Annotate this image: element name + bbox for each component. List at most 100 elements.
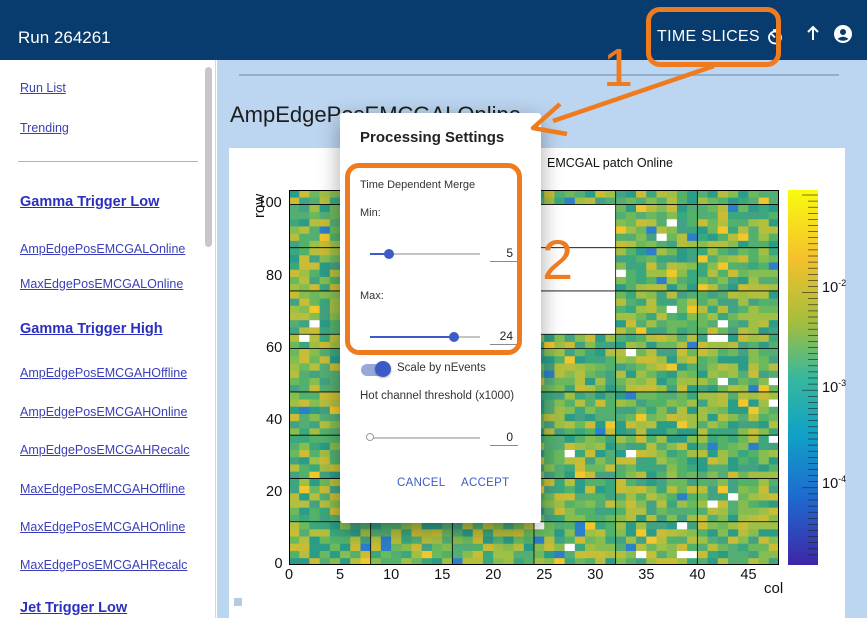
heatmap-cell [442, 557, 453, 565]
heatmap-cell [289, 298, 300, 306]
heatmap-cell [676, 442, 688, 451]
sidebar-group-jet-low[interactable]: Jet Trigger Low [20, 600, 127, 616]
heatmap-cell [656, 478, 668, 487]
accept-button[interactable]: ACCEPT [461, 477, 509, 489]
heatmap-cell [697, 550, 708, 559]
heatmap-cell [289, 377, 300, 386]
heatmap-cell [676, 355, 688, 364]
heatmap-cell [299, 399, 310, 407]
heatmap-cell [676, 406, 688, 414]
heatmap-cell [697, 464, 708, 472]
heatmap-cell [309, 435, 321, 443]
heatmap-cell [727, 240, 739, 249]
heatmap-cell [727, 406, 739, 414]
heatmap-cell [676, 298, 688, 306]
heatmap-cell [299, 420, 310, 429]
threshold-slider-thumb[interactable] [366, 433, 374, 441]
heatmap-cell [707, 384, 719, 393]
sidebar-item-maxedgeposemcgahoffline[interactable]: MaxEdgePosEMCGAHOffline [20, 482, 185, 496]
heatmap-cell [697, 276, 708, 285]
heatmap-cell [748, 283, 759, 292]
heatmap-cell [564, 190, 576, 198]
heatmap-cell [748, 226, 759, 234]
heatmap-cell [676, 197, 688, 205]
heatmap-cell [340, 536, 351, 544]
heatmap-cell [748, 211, 759, 220]
scale-by-nevents-switch-thumb[interactable] [375, 361, 391, 377]
arrow-up-icon[interactable] [805, 24, 821, 44]
heatmap-cell [687, 283, 698, 292]
heatmap-cell [697, 211, 708, 220]
heatmap-cell [768, 327, 779, 335]
heatmap-cell [564, 406, 576, 414]
sidebar-scrollbar[interactable] [205, 67, 212, 247]
heatmap-cell [309, 550, 321, 559]
heatmap-cell [625, 492, 637, 501]
heatmap-cell [625, 456, 637, 465]
heatmap-cell [299, 557, 310, 565]
heatmap-cell [564, 363, 576, 371]
heatmap-cell [727, 269, 739, 277]
account-circle-icon[interactable] [834, 25, 852, 43]
heatmap-cell [676, 370, 688, 378]
heatmap-cell [697, 399, 708, 407]
heatmap-cell [738, 550, 749, 559]
heatmap-cell [697, 420, 708, 429]
sidebar-item-ampedgeposemcgahrecalc[interactable]: AmpEdgePosEMCGAHRecalc [20, 443, 190, 457]
heatmap-cell [299, 500, 310, 508]
heatmap-cell [666, 233, 678, 241]
heatmap-cell [574, 456, 586, 465]
heatmap-cell [666, 348, 678, 357]
heatmap-cell [676, 240, 688, 249]
threshold-slider-track[interactable] [370, 437, 480, 439]
heatmap-cell [309, 528, 321, 537]
heatmap-cell [707, 363, 719, 371]
heatmap-cell [636, 464, 647, 472]
heatmap-cell [768, 355, 779, 364]
plot-resize-handle[interactable] [234, 598, 242, 606]
heatmap-cell [299, 528, 310, 537]
heatmap-cell [503, 557, 514, 565]
heatmap-cell [656, 190, 668, 198]
sidebar-link-trending[interactable]: Trending [20, 121, 69, 135]
sidebar-item-maxedgeposemcgalonline[interactable]: MaxEdgePosEMCGALOnline [20, 277, 183, 291]
annotation-step-2: 2 [542, 228, 574, 291]
sidebar-group-gamma-low[interactable]: Gamma Trigger Low [20, 194, 159, 210]
heatmap-cell [758, 420, 770, 429]
heatmap-cell [625, 557, 637, 565]
sidebar-group-gamma-high[interactable]: Gamma Trigger High [20, 321, 163, 337]
heatmap-cell [391, 550, 402, 559]
heatmap-cell [666, 226, 678, 234]
heatmap-cell [666, 240, 678, 249]
heatmap-cell [697, 471, 708, 479]
heatmap-cell [493, 550, 504, 559]
heatmap-cell [697, 435, 708, 443]
sidebar-item-ampedgeposemcgahoffline[interactable]: AmpEdgePosEMCGAHOffline [20, 366, 187, 380]
heatmap-cell [646, 478, 657, 487]
heatmap-cell [666, 290, 678, 299]
heatmap-cell [768, 312, 779, 321]
cancel-button[interactable]: CANCEL [397, 477, 445, 489]
heatmap-cell [707, 283, 719, 292]
heatmap-cell [615, 197, 627, 205]
sidebar-item-maxedgeposemcgahonline[interactable]: MaxEdgePosEMCGAHOnline [20, 520, 185, 534]
sidebar-item-ampedgeposemcgahonline[interactable]: AmpEdgePosEMCGAHOnline [20, 405, 187, 419]
heatmap-cell [748, 290, 759, 299]
heatmap-cell [676, 247, 688, 256]
sidebar-item-maxedgeposemcgahrecalc[interactable]: MaxEdgePosEMCGAHRecalc [20, 558, 187, 572]
heatmap-cell [636, 485, 647, 494]
heatmap-cell [574, 442, 586, 451]
heatmap-cell [299, 190, 310, 198]
heatmap-cell [625, 384, 637, 393]
heatmap-cell [513, 557, 525, 565]
sidebar-link-run-list[interactable]: Run List [20, 81, 66, 95]
heatmap-cell [401, 550, 412, 559]
heatmap-cell [554, 197, 566, 205]
y-tick-label: 60 [266, 339, 283, 356]
heatmap-cell [707, 204, 719, 213]
heatmap-cell [666, 521, 678, 530]
heatmap-cell [748, 363, 759, 371]
sidebar-item-ampedgeposemcgalonline[interactable]: AmpEdgePosEMCGALOnline [20, 242, 185, 256]
threshold-value-field[interactable]: 0 [490, 429, 518, 446]
heatmap-cell [615, 478, 627, 487]
